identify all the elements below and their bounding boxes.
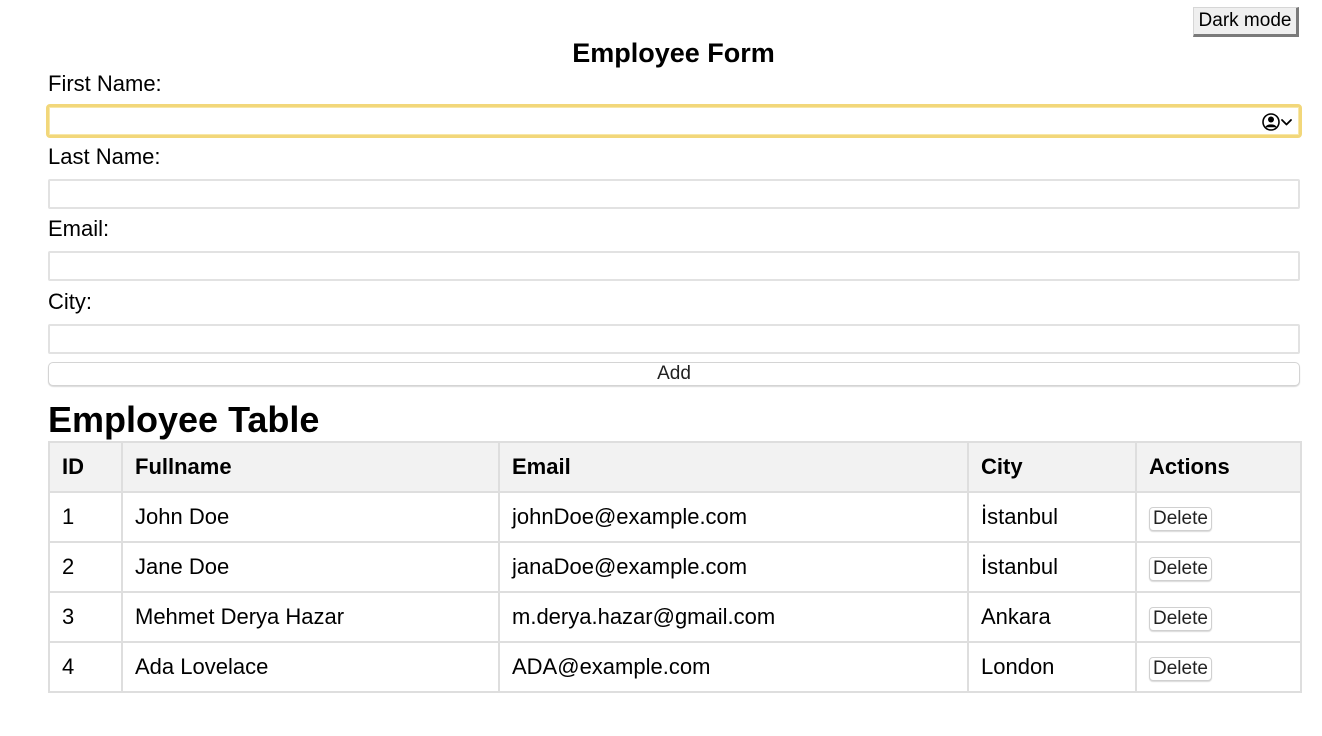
cell-email: janaDoe@example.com <box>498 541 969 593</box>
first-name-label: First Name: <box>48 71 162 96</box>
form-title: Employee Form <box>572 38 775 68</box>
email-label: Email: <box>48 216 110 241</box>
cell-fullname: Mehmet Derya Hazar <box>121 591 500 643</box>
cell-city: Ankara <box>967 591 1137 643</box>
cell-actions: Delete <box>1135 641 1302 693</box>
cell-email: ADA@example.com <box>498 641 969 693</box>
contact-autofill-icon[interactable] <box>1261 112 1299 132</box>
cell-actions: Delete <box>1135 541 1302 593</box>
column-header-email: Email <box>498 441 969 493</box>
cell-actions: Delete <box>1135 491 1302 543</box>
table-row: 4 Ada Lovelace ADA@example.com London De… <box>48 641 1302 693</box>
cell-email: johnDoe@example.com <box>498 491 969 543</box>
cell-fullname: Jane Doe <box>121 541 500 593</box>
table-row: 1 John Doe johnDoe@example.com İstanbul … <box>48 491 1302 543</box>
cell-id: 4 <box>48 641 123 693</box>
first-name-input[interactable] <box>46 104 1302 138</box>
cell-fullname: John Doe <box>121 491 500 543</box>
column-header-fullname: Fullname <box>121 441 500 493</box>
table-header-row: ID Fullname Email City Actions <box>48 441 1302 493</box>
cell-id: 1 <box>48 491 123 543</box>
cell-fullname: Ada Lovelace <box>121 641 500 693</box>
cell-city: London <box>967 641 1137 693</box>
dark-mode-button[interactable]: Dark mode <box>1193 7 1299 37</box>
delete-button[interactable]: Delete <box>1149 656 1212 681</box>
table-row: 3 Mehmet Derya Hazar m.derya.hazar@gmail… <box>48 591 1302 643</box>
table-row: 2 Jane Doe janaDoe@example.com İstanbul … <box>48 541 1302 593</box>
cell-city: İstanbul <box>967 491 1137 543</box>
city-input[interactable] <box>48 324 1300 354</box>
delete-button[interactable]: Delete <box>1149 506 1212 531</box>
table-title: Employee Table <box>48 399 320 440</box>
delete-button[interactable]: Delete <box>1149 556 1212 581</box>
last-name-input[interactable] <box>48 179 1300 209</box>
delete-button[interactable]: Delete <box>1149 606 1212 631</box>
page: Dark mode Employee Form First Name: Last… <box>0 0 1322 736</box>
cell-city: İstanbul <box>967 541 1137 593</box>
column-header-city: City <box>967 441 1137 493</box>
cell-id: 2 <box>48 541 123 593</box>
last-name-label: Last Name: <box>48 144 161 169</box>
column-header-actions: Actions <box>1135 441 1302 493</box>
cell-actions: Delete <box>1135 591 1302 643</box>
employee-table: ID Fullname Email City Actions 1 John Do… <box>48 441 1302 693</box>
cell-email: m.derya.hazar@gmail.com <box>498 591 969 643</box>
add-button[interactable]: Add <box>48 362 1300 386</box>
email-input[interactable] <box>48 251 1300 281</box>
cell-id: 3 <box>48 591 123 643</box>
city-label: City: <box>48 289 92 314</box>
column-header-id: ID <box>48 441 123 493</box>
